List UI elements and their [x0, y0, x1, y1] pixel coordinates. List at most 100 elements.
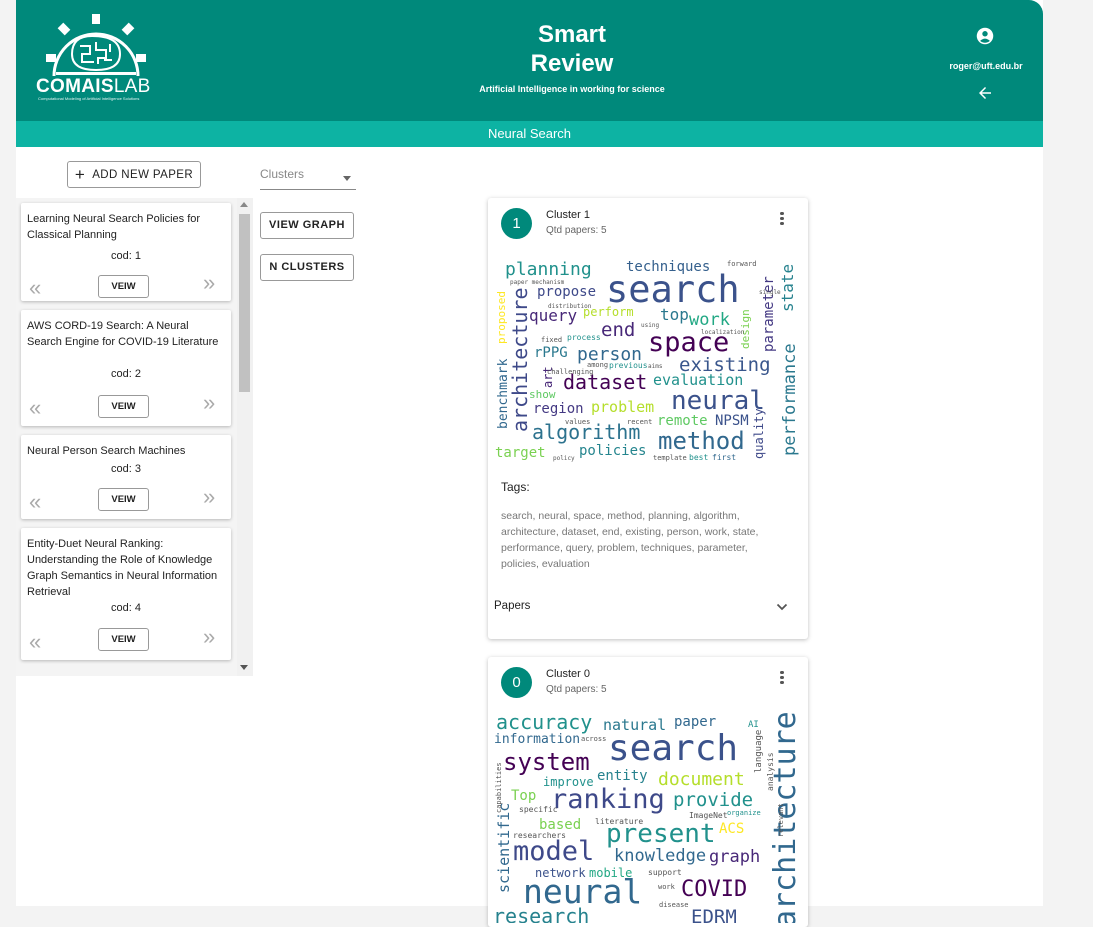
app-subtitle: Artificial Intelligence in working for s… [479, 84, 665, 94]
app-header: COMAISLAB Computational Modeling of Arti… [16, 0, 1043, 121]
svg-text:information: information [494, 732, 580, 747]
tags-label: Tags: [501, 480, 530, 494]
chevron-right-icon[interactable]: » [203, 626, 215, 648]
tags-list: search, neural, space, method, planning,… [501, 510, 759, 570]
scroll-down-arrow-icon[interactable] [240, 665, 248, 670]
svg-text:localization: localization [701, 329, 745, 336]
svg-text:policies: policies [579, 443, 646, 459]
svg-text:process: process [567, 333, 601, 342]
svg-text:support: support [648, 868, 682, 877]
cluster-number-avatar: 1 [501, 208, 532, 239]
cluster-name: Cluster 1 [546, 209, 591, 221]
list-scrollbar-thumb[interactable] [239, 214, 250, 392]
view-graph-button[interactable]: VIEW GRAPH [260, 212, 354, 239]
cluster-paper-count: Qtd papers: 5 [546, 684, 607, 695]
svg-text:search: search [608, 728, 738, 769]
chevron-right-icon[interactable]: » [203, 272, 215, 294]
svg-text:values: values [565, 418, 590, 426]
svg-text:graph: graph [709, 847, 760, 867]
svg-text:previous: previous [609, 361, 648, 370]
svg-text:using: using [641, 322, 659, 329]
svg-text:state: state [778, 264, 797, 312]
svg-text:proposed: proposed [495, 291, 508, 344]
paper-title: Neural Person Search Machines [27, 445, 186, 457]
clusters-select[interactable]: Clusters [260, 167, 356, 190]
svg-text:system: system [503, 748, 590, 776]
svg-text:across: across [581, 735, 606, 743]
svg-text:organize: organize [727, 809, 761, 817]
svg-text:neural: neural [671, 386, 765, 416]
svg-text:method: method [658, 427, 745, 455]
paper-title: Learning Neural Search Policies for Clas… [27, 213, 201, 241]
svg-text:paper mechanism: paper mechanism [510, 279, 565, 286]
svg-text:research: research [493, 904, 589, 923]
paper-card: AWS CORD-19 Search: A Neural Search Engi… [21, 310, 231, 426]
chevron-right-icon[interactable]: » [203, 486, 215, 508]
n-clusters-button[interactable]: N CLUSTERS [260, 254, 354, 281]
svg-text:AI: AI [748, 720, 759, 730]
view-paper-button[interactable]: VEIW [98, 628, 149, 651]
paper-card: Neural Person Search Machines cod: 3 « V… [21, 435, 231, 519]
paper-cod: cod: 4 [111, 602, 141, 614]
svg-text:planning: planning [505, 259, 592, 280]
svg-text:work: work [658, 883, 676, 891]
papers-expander[interactable]: Papers [494, 600, 794, 612]
arrow-back-icon[interactable] [976, 84, 994, 102]
svg-text:fixed: fixed [541, 336, 562, 344]
svg-text:show: show [529, 388, 556, 401]
svg-text:first: first [712, 453, 736, 462]
user-email: roger@uft.edu.br [949, 61, 1023, 71]
paper-list[interactable]: Learning Neural Search Policies for Clas… [16, 198, 253, 676]
paper-title: Entity-Duet Neural Ranking: Understandin… [27, 538, 218, 598]
svg-text:provide: provide [673, 789, 753, 811]
chevron-left-icon[interactable]: « [29, 397, 41, 419]
svg-text:top: top [660, 305, 689, 324]
svg-text:single: single [759, 289, 781, 296]
account-circle-icon[interactable] [976, 27, 994, 45]
svg-text:template: template [653, 454, 687, 462]
svg-text:parameter: parameter [761, 276, 777, 352]
svg-text:ACS: ACS [719, 821, 744, 837]
scroll-up-arrow-icon[interactable] [240, 202, 248, 207]
svg-text:architecture: architecture [768, 713, 803, 923]
expand-more-icon[interactable] [776, 602, 788, 612]
cluster-number-avatar: 0 [501, 667, 532, 698]
paper-cod: cod: 2 [111, 368, 141, 380]
app-title: Smart Review [530, 21, 614, 77]
svg-text:region: region [533, 401, 584, 417]
chevron-left-icon[interactable]: « [29, 491, 41, 513]
add-new-paper-button[interactable]: + ADD NEW PAPER [67, 161, 201, 188]
page-subtitle-bar: Neural Search [16, 121, 1043, 147]
svg-text:forward: forward [727, 260, 757, 268]
chevron-right-icon[interactable]: » [203, 392, 215, 414]
dropdown-arrow-icon [343, 176, 351, 181]
paper-card: Learning Neural Search Policies for Clas… [21, 203, 231, 301]
svg-text:language: language [754, 730, 764, 773]
svg-text:distribution: distribution [548, 303, 592, 310]
paper-title: AWS CORD-19 Search: A Neural Search Engi… [27, 320, 219, 348]
more-vert-icon[interactable] [776, 669, 788, 687]
svg-text:capabilities: capabilities [495, 762, 503, 813]
svg-text:relevant: relevant [777, 803, 785, 837]
chevron-left-icon[interactable]: « [29, 631, 41, 653]
view-paper-button[interactable]: VEIW [98, 275, 149, 298]
cluster-name: Cluster 0 [546, 668, 591, 680]
svg-text:model: model [513, 836, 594, 867]
chevron-left-icon[interactable]: « [29, 277, 41, 299]
svg-text:Top: Top [511, 788, 536, 804]
svg-text:analysis: analysis [766, 752, 775, 791]
word-cloud-image: search planning techniques propose query… [495, 259, 800, 462]
svg-text:end: end [601, 319, 635, 341]
svg-text:quality: quality [752, 408, 766, 459]
svg-text:benchmark: benchmark [496, 358, 511, 429]
svg-text:propose: propose [537, 284, 596, 300]
svg-text:accuracy: accuracy [496, 713, 592, 734]
svg-text:problem: problem [591, 398, 654, 416]
svg-text:specific: specific [519, 805, 558, 814]
more-vert-icon[interactable] [776, 210, 788, 228]
svg-text:recent: recent [627, 418, 652, 426]
view-paper-button[interactable]: VEIW [98, 488, 149, 511]
cluster-card: 1 Cluster 1 Qtd papers: 5 search plannin… [488, 198, 808, 639]
svg-text:disease: disease [659, 901, 689, 909]
view-paper-button[interactable]: VEIW [98, 395, 149, 418]
